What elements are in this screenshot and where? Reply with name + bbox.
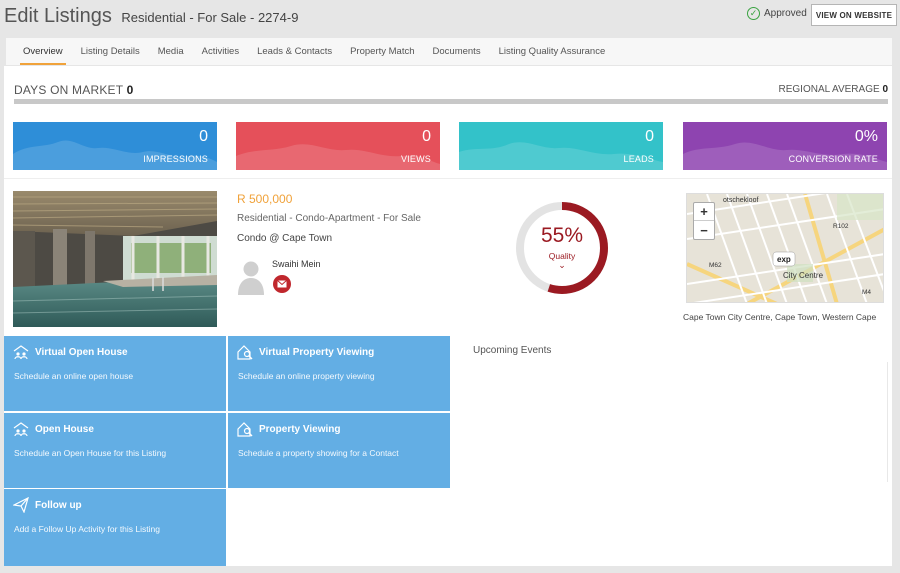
leads-value: 0 bbox=[645, 128, 654, 145]
chevron-down-icon: ⌄ bbox=[558, 260, 566, 270]
conversion-rate-value: 0% bbox=[854, 128, 878, 145]
open-house-icon bbox=[13, 422, 29, 437]
tab-property-match[interactable]: Property Match bbox=[341, 38, 423, 65]
tile-title: Open House bbox=[35, 424, 94, 435]
activity-tiles: Virtual Open House Schedule an online op… bbox=[4, 336, 451, 566]
listing-type: Residential - Condo-Apartment - For Sale bbox=[237, 213, 421, 224]
agent-name: Swaihi Mein bbox=[272, 259, 321, 269]
impressions-card: 0 IMPRESSIONS bbox=[13, 122, 217, 170]
map-label-road-r102: R102 bbox=[833, 223, 849, 230]
impressions-label: IMPRESSIONS bbox=[143, 154, 208, 164]
quality-ring-chart bbox=[516, 202, 608, 294]
tile-title: Property Viewing bbox=[259, 424, 341, 435]
tile-title: Virtual Open House bbox=[35, 347, 128, 358]
agent-avatar-icon bbox=[238, 261, 264, 295]
tile-description: Schedule an Open House for this Listing bbox=[14, 448, 167, 458]
regional-average: REGIONAL AVERAGE 0 bbox=[779, 84, 889, 95]
views-value: 0 bbox=[422, 128, 431, 145]
tab-listing-details[interactable]: Listing Details bbox=[72, 38, 149, 65]
map-label-road-m4: M4 bbox=[862, 289, 871, 296]
view-on-website-button[interactable]: VIEW ON WEBSITE bbox=[811, 4, 897, 26]
upcoming-events-panel: Upcoming Events bbox=[451, 336, 892, 486]
listing-location: Condo @ Cape Town bbox=[237, 233, 333, 244]
map-zoom-control: + − bbox=[693, 202, 715, 240]
envelope-icon bbox=[277, 280, 287, 288]
conversion-rate-card: 0% CONVERSION RATE bbox=[683, 122, 887, 170]
regional-average-value: 0 bbox=[882, 84, 888, 95]
days-on-market-label: DAYS ON MARKET bbox=[14, 83, 124, 97]
map-label-road-m62: M62 bbox=[709, 262, 722, 269]
listing-photo[interactable] bbox=[13, 191, 217, 327]
leads-label: LEADS bbox=[623, 154, 654, 164]
page-title: Edit Listings Residential - For Sale - 2… bbox=[4, 5, 298, 28]
days-on-market: DAYS ON MARKET 0 bbox=[14, 83, 133, 97]
map-pin-label: exp bbox=[777, 255, 791, 264]
impressions-value: 0 bbox=[199, 128, 208, 145]
tile-description: Add a Follow Up Activity for this Listin… bbox=[14, 524, 160, 534]
tab-bar: Overview Listing Details Media Activitie… bbox=[6, 38, 892, 65]
tab-documents[interactable]: Documents bbox=[424, 38, 490, 65]
days-on-market-bar bbox=[14, 99, 888, 104]
days-on-market-value: 0 bbox=[126, 83, 134, 97]
approval-status-label: Approved bbox=[764, 8, 807, 19]
tab-activities[interactable]: Activities bbox=[193, 38, 248, 65]
approval-status: ✓ Approved bbox=[747, 7, 807, 20]
follow-up-tile[interactable]: Follow up Add a Follow Up Activity for t… bbox=[4, 489, 226, 566]
property-viewing-tile[interactable]: Property Viewing Schedule a property sho… bbox=[228, 413, 450, 488]
divider bbox=[887, 362, 888, 482]
property-viewing-icon bbox=[237, 422, 253, 437]
overview-panel: DAYS ON MARKET 0 REGIONAL AVERAGE 0 0 IM… bbox=[4, 66, 892, 566]
quality-percent: 55% bbox=[540, 224, 584, 247]
page-title-main: Edit Listings bbox=[4, 5, 112, 27]
map-address: Cape Town City Centre, Cape Town, Wester… bbox=[683, 312, 877, 322]
tile-description: Schedule a property showing for a Contac… bbox=[238, 448, 399, 458]
tile-description: Schedule an online property viewing bbox=[238, 371, 375, 381]
conversion-rate-label: CONVERSION RATE bbox=[788, 154, 878, 164]
check-circle-icon: ✓ bbox=[747, 7, 760, 20]
tile-description: Schedule an online open house bbox=[14, 371, 134, 381]
virtual-property-viewing-icon bbox=[237, 345, 253, 360]
listing-price: R 500,000 bbox=[237, 192, 293, 206]
top-bar: Edit Listings Residential - For Sale - 2… bbox=[0, 0, 900, 36]
pool-photo-image bbox=[13, 191, 217, 327]
virtual-open-house-tile[interactable]: Virtual Open House Schedule an online op… bbox=[4, 336, 226, 411]
listing-summary: R 500,000 Residential - Condo-Apartment … bbox=[4, 178, 892, 336]
tab-leads-contacts[interactable]: Leads & Contacts bbox=[248, 38, 341, 65]
map-label-city-centre: City Centre bbox=[783, 271, 824, 280]
leads-card: 0 LEADS bbox=[459, 122, 663, 170]
quality-gauge[interactable]: 55% Quality ⌄ bbox=[513, 199, 611, 297]
tile-title: Virtual Property Viewing bbox=[259, 347, 375, 358]
zoom-in-button[interactable]: + bbox=[694, 203, 714, 221]
regional-average-label: REGIONAL AVERAGE bbox=[778, 84, 880, 95]
tile-title: Follow up bbox=[35, 500, 82, 511]
tab-overview[interactable]: Overview bbox=[14, 38, 72, 65]
virtual-open-house-icon bbox=[13, 345, 29, 360]
page-subtitle: Residential - For Sale - 2274-9 bbox=[121, 10, 299, 25]
agent-email-button[interactable] bbox=[273, 275, 291, 293]
map-label-top: otschekloof bbox=[723, 197, 758, 204]
virtual-property-viewing-tile[interactable]: Virtual Property Viewing Schedule an onl… bbox=[228, 336, 450, 411]
views-card: 0 VIEWS bbox=[236, 122, 440, 170]
location-map[interactable]: otschekloof R102 M62 M4 City Centre exp … bbox=[686, 193, 884, 303]
zoom-out-button[interactable]: − bbox=[694, 221, 714, 239]
upcoming-events-title: Upcoming Events bbox=[473, 345, 552, 356]
stat-cards: 0 IMPRESSIONS 0 VIEWS 0 LEADS 0% CONVERS… bbox=[13, 122, 889, 170]
tab-media[interactable]: Media bbox=[149, 38, 193, 65]
paper-plane-icon bbox=[13, 497, 29, 513]
open-house-tile[interactable]: Open House Schedule an Open House for th… bbox=[4, 413, 226, 488]
views-label: VIEWS bbox=[400, 154, 431, 164]
street-map-image: otschekloof R102 M62 M4 City Centre exp bbox=[687, 194, 883, 302]
tab-listing-quality-assurance[interactable]: Listing Quality Assurance bbox=[490, 38, 615, 65]
